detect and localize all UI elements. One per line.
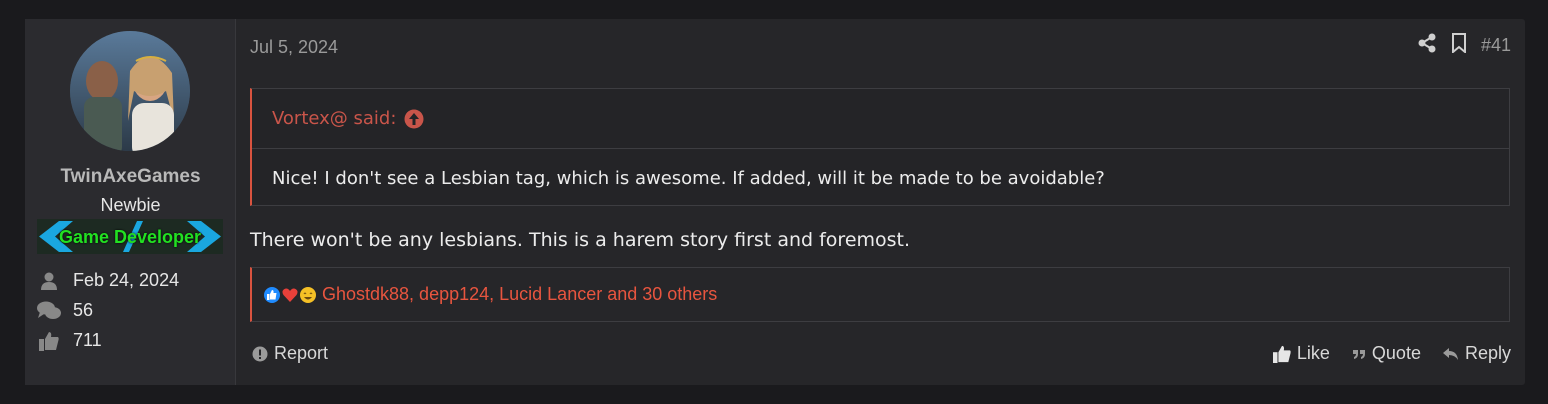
banner-label: Game Developer [58, 227, 202, 247]
post-date[interactable]: Jul 5, 2024 [250, 37, 338, 58]
quote-label: Quote [1371, 343, 1421, 363]
post-main: Jul 5, 2024 #41 Vortex@ said: Nice! I do… [236, 19, 1525, 385]
quote-header: Vortex@ said: [252, 89, 1509, 149]
thumbs-up-icon [37, 331, 61, 351]
thumbs-up-icon [1272, 345, 1291, 363]
quote-button[interactable]: Quote [1352, 343, 1421, 364]
post-message: There won't be any lesbians. This is a h… [250, 229, 911, 251]
user-title: Newbie [100, 195, 161, 215]
bookmark-icon[interactable] [1451, 33, 1467, 58]
post-footer-actions: Like Quote Reply [1272, 343, 1511, 364]
reaction-score-count: 711 [73, 330, 102, 350]
user-banner: Game Developer [37, 219, 223, 254]
messages-stat: 56 [37, 300, 93, 321]
comments-icon [37, 301, 61, 321]
alert-icon [252, 346, 268, 362]
arrow-up-circle-icon[interactable] [404, 109, 424, 129]
reactions-list[interactable]: Ghostdk88, depp124, Lucid Lancer and 30 … [322, 284, 717, 305]
reply-label: Reply [1464, 343, 1511, 363]
reaction-icons [264, 286, 318, 303]
share-icon[interactable] [1417, 33, 1437, 58]
report-button[interactable]: Report [252, 343, 328, 364]
username[interactable]: TwinAxeGames [25, 166, 236, 188]
quote-text: Nice! I don't see a Lesbian tag, which i… [272, 168, 1105, 189]
love-reaction-icon [282, 287, 298, 303]
reply-button[interactable]: Reply [1442, 343, 1511, 364]
quote-block: Vortex@ said: Nice! I don't see a Lesbia… [250, 88, 1510, 206]
haha-reaction-icon [300, 286, 316, 303]
like-button[interactable]: Like [1272, 343, 1330, 364]
like-label: Like [1296, 343, 1330, 363]
messages-count: 56 [73, 300, 94, 320]
reaction-score-stat: 711 [37, 330, 102, 351]
user-icon [37, 271, 61, 291]
avatar[interactable] [70, 31, 190, 151]
reactions-bar[interactable]: Ghostdk88, depp124, Lucid Lancer and 30 … [250, 267, 1510, 322]
quote-author[interactable]: Vortex@ said: [272, 108, 396, 129]
joined-stat: Feb 24, 2024 [37, 270, 179, 291]
post-container: TwinAxeGames Newbie Game Developer Feb 2… [25, 19, 1525, 385]
reply-icon [1442, 347, 1459, 361]
report-label: Report [274, 343, 329, 363]
post-top-actions: #41 [1417, 33, 1511, 58]
user-sidebar: TwinAxeGames Newbie Game Developer Feb 2… [25, 19, 236, 385]
joined-date: Feb 24, 2024 [73, 270, 180, 290]
quote-mark-icon [1352, 347, 1366, 361]
like-reaction-icon [264, 286, 280, 303]
post-number[interactable]: #41 [1481, 35, 1511, 56]
